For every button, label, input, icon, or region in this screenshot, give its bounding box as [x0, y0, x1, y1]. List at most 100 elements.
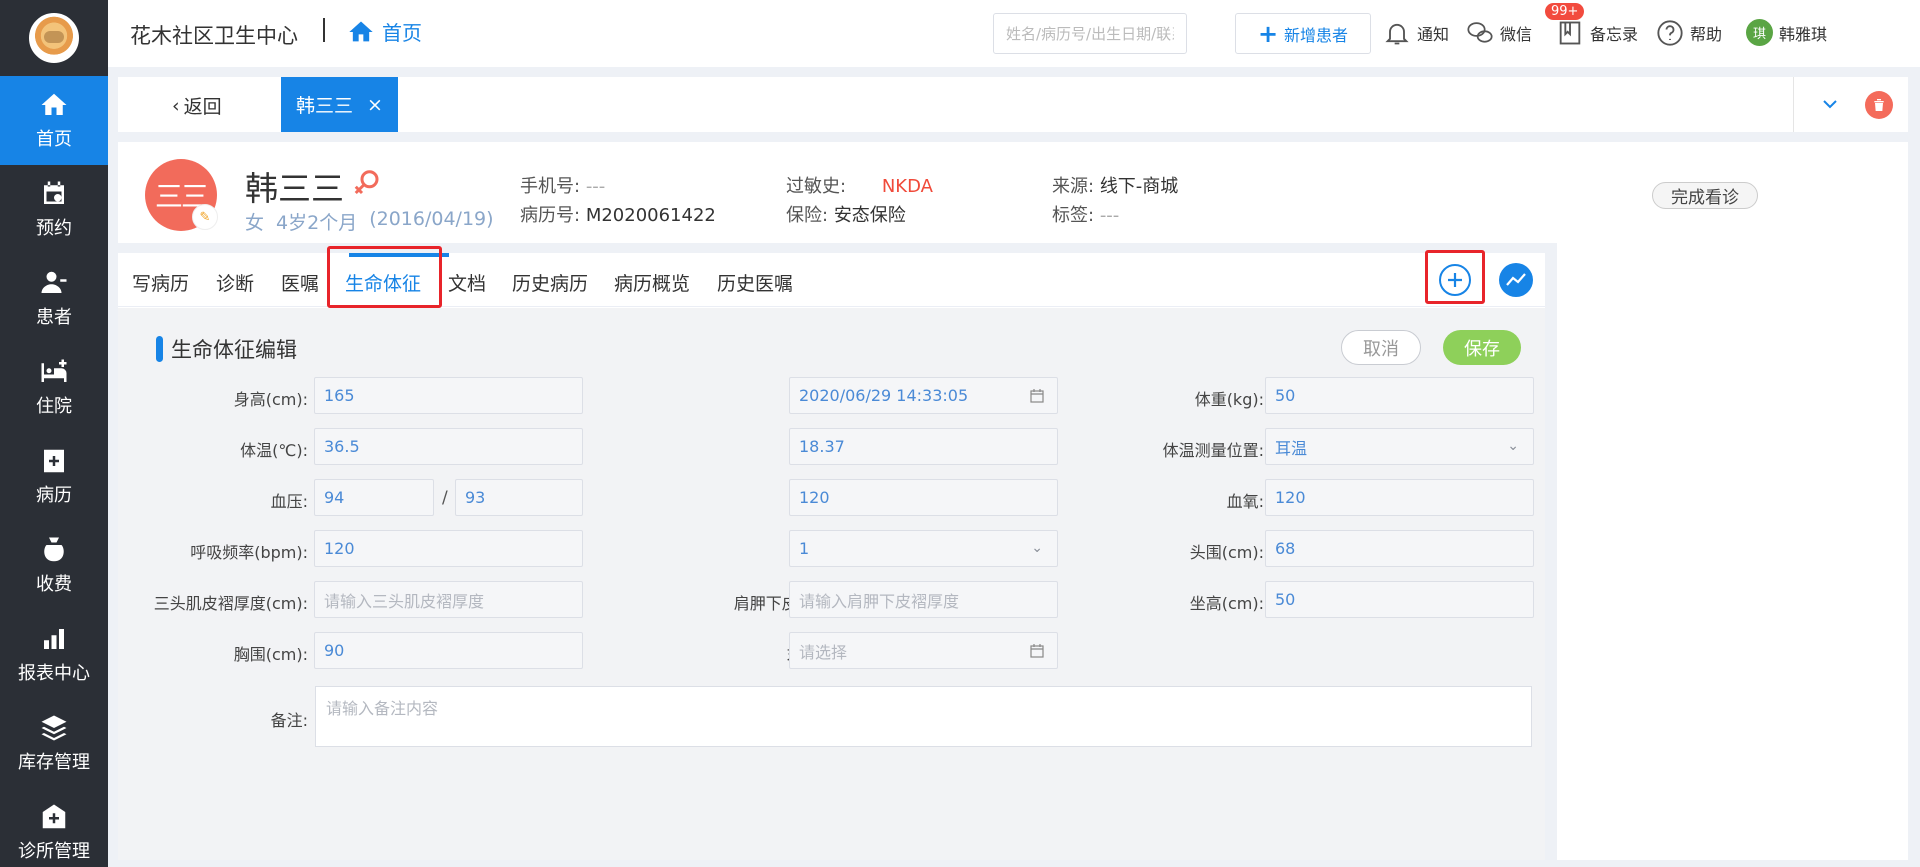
- layers-icon: [41, 715, 67, 741]
- patient-header: 三三 ✎ 韩三三 女 4岁2个月 (2016/04/19) 手机号: --- 病…: [118, 142, 1908, 243]
- sidebar-item-patients[interactable]: 患者: [0, 254, 108, 343]
- help-button[interactable]: 帮助: [1656, 19, 1722, 47]
- temperature-input[interactable]: 36.5: [314, 428, 583, 465]
- current-user[interactable]: 琪 韩雅琪: [1746, 19, 1827, 46]
- insurance-field: 保险: 安态保险: [786, 201, 906, 227]
- height-input[interactable]: 165: [314, 377, 583, 414]
- blood-pressure-label: 血压:: [270, 492, 308, 511]
- subscapular-input[interactable]: 请输入肩胛下皮褶厚度: [789, 581, 1058, 618]
- record-number-label: 病历号:: [520, 205, 581, 226]
- tab-history-records[interactable]: 历史病历: [512, 269, 588, 296]
- spo2-label: 血氧:: [1226, 492, 1264, 511]
- sidebar-item-label: 病历: [36, 485, 72, 506]
- calendar-icon: [1030, 389, 1044, 403]
- notes-textarea[interactable]: 请输入备注内容: [315, 686, 1532, 747]
- plus-icon: +: [1257, 19, 1279, 48]
- temp-site-select[interactable]: 耳温 ⌄: [1265, 428, 1534, 465]
- sidebar-item-label: 患者: [36, 307, 72, 328]
- finish-visit-button[interactable]: 完成看诊: [1652, 182, 1758, 209]
- tab-write-record[interactable]: 写病历: [132, 269, 189, 296]
- record-date-input[interactable]: 2020/06/29 14:33:05: [789, 377, 1058, 414]
- sidebar-item-appointment[interactable]: 预约: [0, 165, 108, 254]
- chevron-down-icon: ⌄: [1031, 540, 1043, 556]
- respiration-input[interactable]: 120: [314, 530, 583, 567]
- tab-diagnosis[interactable]: 诊断: [216, 269, 254, 296]
- sidebar-item-records[interactable]: 病历: [0, 432, 108, 521]
- spo2-input[interactable]: 120: [1265, 479, 1534, 516]
- home-icon: [349, 21, 373, 41]
- trend-line-icon: [1506, 273, 1526, 286]
- edit-avatar-icon[interactable]: ✎: [192, 204, 218, 230]
- bmi-value: 18.37: [789, 428, 1058, 465]
- tag-field: 标签: ---: [1052, 201, 1119, 227]
- header-divider: [323, 18, 325, 42]
- user-initial-avatar: 琪: [1746, 19, 1773, 46]
- sidebar-item-billing[interactable]: 收费: [0, 521, 108, 610]
- patient-search-input[interactable]: [993, 13, 1187, 54]
- lmp-date-input[interactable]: 请选择: [789, 632, 1058, 669]
- respiration-label: 呼吸频率(bpm):: [190, 543, 308, 562]
- chest-label: 胸围(cm):: [233, 645, 308, 664]
- wechat-button[interactable]: 微信: [1466, 19, 1532, 47]
- sidebar-item-home[interactable]: 首页: [0, 76, 108, 165]
- pain-level-select[interactable]: 1 ⌄: [789, 530, 1058, 567]
- patient-demographics: 女 4岁2个月 (2016/04/19): [245, 208, 494, 235]
- record-date-value: 2020/06/29 14:33:05: [799, 386, 969, 405]
- record-number-field: 病历号: M2020061422: [520, 201, 716, 227]
- sidebar-item-reports[interactable]: 报表中心: [0, 610, 108, 699]
- pain-level-value: 1: [799, 539, 810, 558]
- female-icon: [354, 170, 379, 195]
- tab-record-overview[interactable]: 病历概览: [614, 269, 690, 296]
- chevron-down-icon[interactable]: [1818, 92, 1842, 116]
- new-patient-button[interactable]: + 新增患者: [1235, 13, 1371, 54]
- phone-field: 手机号: ---: [520, 172, 605, 198]
- home-icon: [41, 93, 67, 115]
- breadcrumb-home[interactable]: 首页: [346, 17, 422, 46]
- heart-rate-input[interactable]: 120: [789, 479, 1058, 516]
- trend-chart-button[interactable]: [1499, 263, 1533, 297]
- patient-birthdate: (2016/04/19): [369, 208, 494, 230]
- temp-site-value: 耳温: [1275, 438, 1308, 458]
- memo-button[interactable]: 备忘录: [1556, 19, 1638, 47]
- patient-tab[interactable]: 韩三三 ×: [281, 77, 398, 132]
- sidebar-item-inpatient[interactable]: 住院: [0, 343, 108, 432]
- patient-tab-label: 韩三三: [296, 95, 354, 117]
- back-button[interactable]: ‹ 返回: [172, 92, 222, 119]
- tab-orders[interactable]: 医嘱: [281, 269, 319, 296]
- patient-name: 韩三三: [245, 169, 344, 208]
- sitting-height-label: 坐高(cm):: [1189, 594, 1264, 613]
- clinic-name: 花木社区卫生中心: [130, 24, 298, 48]
- wechat-icon: [1467, 22, 1493, 43]
- user-avatar[interactable]: [29, 13, 79, 63]
- save-button[interactable]: 保存: [1443, 330, 1521, 365]
- tab-history-orders[interactable]: 历史医嘱: [717, 269, 793, 296]
- sidebar-item-label: 诊所管理: [18, 841, 90, 862]
- sidebar-item-clinic[interactable]: 诊所管理: [0, 788, 108, 867]
- help-icon: [1657, 20, 1683, 46]
- sidebar-item-label: 报表中心: [18, 663, 90, 684]
- plus-circle-icon: [1448, 273, 1462, 287]
- bp-systolic-input[interactable]: 94: [314, 479, 434, 516]
- chest-input[interactable]: 90: [314, 632, 583, 669]
- close-icon[interactable]: ×: [367, 94, 383, 116]
- user-icon: [41, 271, 67, 293]
- triceps-input[interactable]: 请输入三头肌皮褶厚度: [314, 581, 583, 618]
- add-vitals-button[interactable]: [1439, 264, 1471, 296]
- allergy-label: 过敏史:: [786, 176, 847, 197]
- notification-button[interactable]: 通知: [1383, 19, 1449, 47]
- delete-button[interactable]: [1865, 91, 1893, 119]
- cancel-button[interactable]: 取消: [1341, 330, 1421, 365]
- temp-site-label: 体温测量位置:: [1162, 441, 1264, 460]
- tab-documents[interactable]: 文档: [448, 269, 486, 296]
- sidebar-item-label: 库存管理: [18, 752, 90, 773]
- head-circ-input[interactable]: 68: [1265, 530, 1534, 567]
- record-number-value: M2020061422: [585, 205, 716, 226]
- weight-input[interactable]: 50: [1265, 377, 1534, 414]
- notification-badge: 99+: [1545, 3, 1585, 20]
- phone-label: 手机号:: [520, 176, 581, 197]
- bar-chart-icon: [44, 629, 64, 649]
- clinic-icon: [42, 804, 66, 829]
- sidebar-item-inventory[interactable]: 库存管理: [0, 699, 108, 788]
- sitting-height-input[interactable]: 50: [1265, 581, 1534, 618]
- notes-label: 备注:: [270, 711, 308, 730]
